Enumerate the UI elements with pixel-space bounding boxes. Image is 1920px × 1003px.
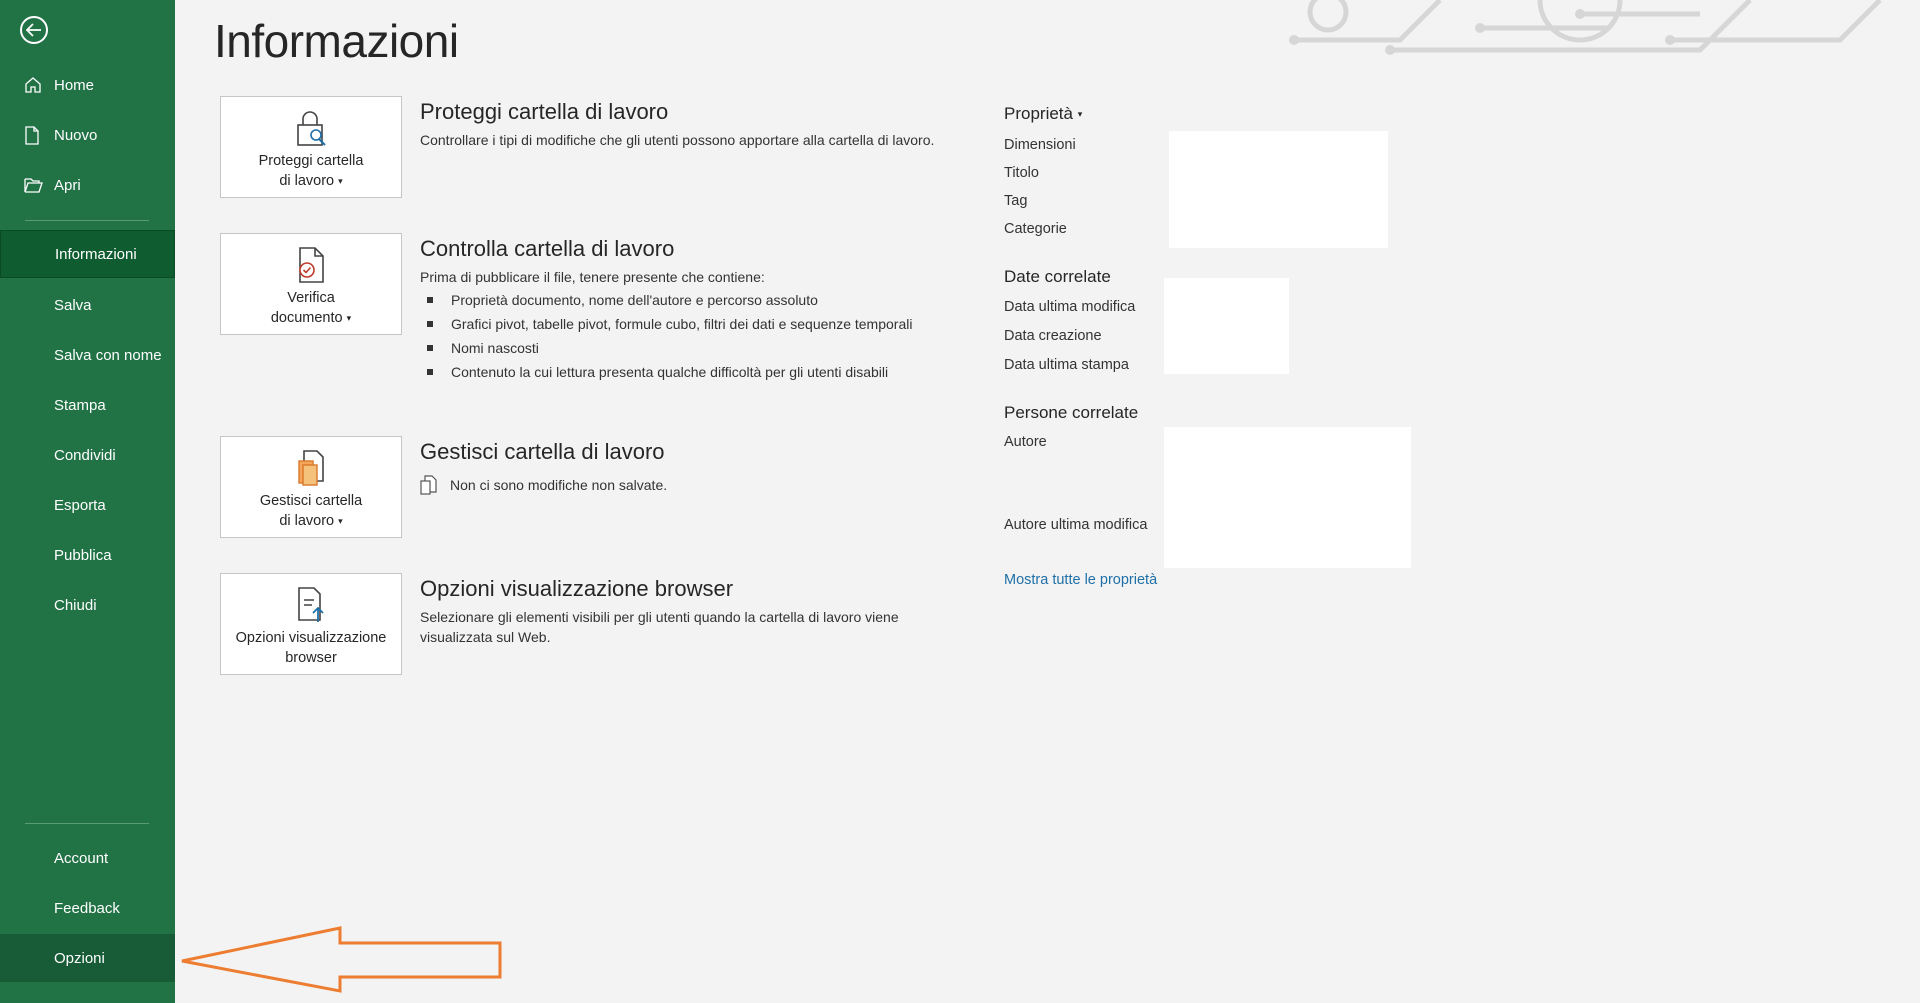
protect-workbook-button[interactable]: Proteggi cartella di lavoro ▾ bbox=[220, 96, 402, 198]
button-label-line1: Proteggi cartella bbox=[258, 153, 364, 169]
document-check-icon bbox=[221, 244, 401, 284]
property-label: Titolo bbox=[1004, 165, 1039, 181]
sidebar-item-apri[interactable]: Apri bbox=[0, 161, 175, 209]
property-label: Dimensioni bbox=[1004, 137, 1076, 153]
sidebar-item-salva[interactable]: Salva bbox=[0, 281, 175, 329]
related-people-header: Persone correlate bbox=[1004, 403, 1139, 422]
page-title: Informazioni bbox=[214, 15, 459, 67]
sidebar-item-label: Pubblica bbox=[54, 546, 112, 564]
list-item: Proprietà documento, nome dell'autore e … bbox=[420, 290, 940, 310]
property-label: Data ultima modifica bbox=[1004, 299, 1136, 315]
date-values-panel bbox=[1164, 278, 1289, 374]
sidebar-item-label: Home bbox=[54, 76, 95, 94]
sidebar-item-salva-con-nome[interactable]: Salva con nome bbox=[0, 331, 175, 379]
sidebar-item-label: Esporta bbox=[54, 496, 106, 514]
button-label-line2: browser bbox=[285, 650, 337, 666]
sidebar-item-label: Nuovo bbox=[54, 126, 98, 144]
property-values-panel[interactable] bbox=[1169, 131, 1388, 248]
sidebar-item-label: Informazioni bbox=[55, 245, 137, 263]
dropdown-caret-icon: ▾ bbox=[338, 176, 343, 187]
sidebar-item-opzioni[interactable]: Opzioni bbox=[0, 934, 175, 982]
section-description: Controllare i tipi di modifiche che gli … bbox=[420, 132, 935, 148]
sidebar-item-label: Account bbox=[54, 849, 109, 867]
dropdown-caret-icon: ▾ bbox=[346, 313, 352, 324]
dropdown-caret-icon: ▾ bbox=[1077, 109, 1083, 120]
manage-versions-icon bbox=[221, 447, 401, 487]
property-label: Tag bbox=[1004, 193, 1028, 209]
button-label-line1: Opzioni visualizzazione bbox=[235, 630, 387, 646]
button-label-line2: documento bbox=[270, 310, 343, 326]
home-icon bbox=[24, 76, 46, 94]
circuit-decoration bbox=[1289, 0, 1882, 55]
button-label-line2: di lavoro bbox=[279, 513, 335, 529]
sidebar-item-label: Stampa bbox=[54, 396, 106, 414]
properties-header[interactable]: Proprietà ▾ bbox=[1004, 104, 1082, 124]
properties-header-label: Proprietà bbox=[1004, 104, 1073, 123]
section-description: Selezionare gli elementi visibili per gl… bbox=[420, 609, 899, 645]
list-item: Grafici pivot, tabelle pivot, formule cu… bbox=[420, 314, 940, 334]
browser-upload-icon bbox=[221, 584, 401, 624]
section-title: Proteggi cartella di lavoro bbox=[420, 99, 669, 124]
document-status-icon bbox=[420, 475, 437, 495]
property-label: Autore ultima modifica bbox=[1004, 517, 1148, 533]
section-title: Opzioni visualizzazione browser bbox=[420, 576, 734, 601]
button-label-line2: di lavoro bbox=[279, 173, 335, 189]
list-item: Contenuto la cui lettura presenta qualch… bbox=[420, 362, 940, 382]
new-file-icon bbox=[24, 125, 46, 145]
property-label: Autore bbox=[1004, 434, 1047, 450]
sidebar-item-label: Feedback bbox=[54, 899, 120, 917]
sidebar-item-pubblica[interactable]: Pubblica bbox=[0, 531, 175, 579]
browser-view-options-button[interactable]: Opzioni visualizzazione browser bbox=[220, 573, 402, 675]
list-item: Nomi nascosti bbox=[420, 338, 940, 358]
section-description: Prima di pubblicare il file, tenere pres… bbox=[420, 269, 765, 285]
button-label-line1: Gestisci cartella bbox=[259, 493, 363, 509]
back-arrow-icon bbox=[26, 23, 41, 37]
sidebar-item-stampa[interactable]: Stampa bbox=[0, 381, 175, 429]
section-description: Non ci sono modifiche non salvate. bbox=[450, 477, 668, 493]
sidebar-divider bbox=[25, 220, 149, 221]
sidebar-item-chiudi[interactable]: Chiudi bbox=[0, 581, 175, 629]
section-title: Controlla cartella di lavoro bbox=[420, 236, 675, 261]
sidebar-item-label: Chiudi bbox=[54, 596, 97, 614]
inspect-document-button[interactable]: Verifica documento ▾ bbox=[220, 233, 402, 335]
unsaved-changes-row: Non ci sono modifiche non salvate. bbox=[420, 475, 667, 495]
sidebar-item-label: Salva con nome bbox=[54, 346, 162, 364]
people-values-panel[interactable] bbox=[1164, 427, 1411, 568]
section-title: Gestisci cartella di lavoro bbox=[420, 439, 665, 464]
sidebar-item-condividi[interactable]: Condividi bbox=[0, 431, 175, 479]
show-all-properties-link[interactable]: Mostra tutte le proprietà bbox=[1004, 572, 1157, 588]
inspect-bullet-list: Proprietà documento, nome dell'autore e … bbox=[420, 290, 940, 386]
backstage-sidebar: Home Nuovo Apri Informazioni Salva Salva… bbox=[0, 0, 175, 1003]
sidebar-item-home[interactable]: Home bbox=[0, 61, 175, 109]
sidebar-item-informazioni[interactable]: Informazioni bbox=[0, 230, 175, 278]
sidebar-item-label: Condividi bbox=[54, 446, 116, 464]
dropdown-caret-icon: ▾ bbox=[338, 516, 343, 527]
property-label: Categorie bbox=[1004, 221, 1067, 237]
sidebar-item-label: Salva bbox=[54, 296, 92, 314]
sidebar-item-account[interactable]: Account bbox=[0, 834, 175, 882]
related-dates-header: Date correlate bbox=[1004, 267, 1111, 286]
sidebar-item-feedback[interactable]: Feedback bbox=[0, 884, 175, 932]
back-button[interactable] bbox=[20, 16, 48, 44]
sidebar-item-esporta[interactable]: Esporta bbox=[0, 481, 175, 529]
property-label: Data creazione bbox=[1004, 328, 1102, 344]
sidebar-item-nuovo[interactable]: Nuovo bbox=[0, 111, 175, 159]
sidebar-item-label: Opzioni bbox=[54, 949, 105, 967]
sidebar-divider bbox=[25, 823, 149, 824]
button-label-line1: Verifica bbox=[287, 290, 335, 306]
open-folder-icon bbox=[24, 177, 46, 193]
sidebar-item-label: Apri bbox=[54, 176, 81, 194]
property-label: Data ultima stampa bbox=[1004, 357, 1129, 373]
lock-key-icon bbox=[221, 107, 401, 147]
manage-workbook-button[interactable]: Gestisci cartella di lavoro ▾ bbox=[220, 436, 402, 538]
